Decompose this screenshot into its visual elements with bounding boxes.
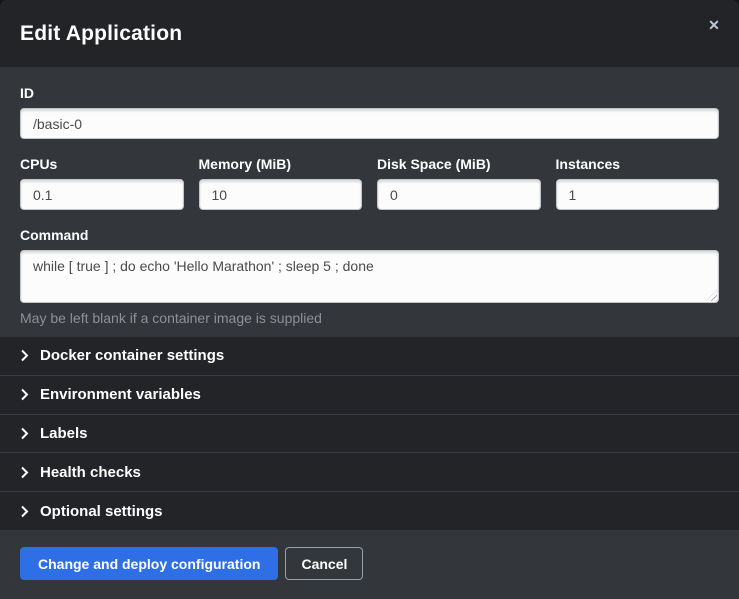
section-label: Labels	[40, 425, 88, 442]
command-label: Command	[20, 227, 719, 243]
close-button[interactable]: ✕	[702, 13, 726, 37]
cpus-label: CPUs	[20, 156, 184, 172]
command-textarea-wrap: while [ true ] ; do echo 'Hello Marathon…	[20, 250, 719, 303]
command-textarea[interactable]: while [ true ] ; do echo 'Hello Marathon…	[20, 250, 719, 303]
chevron-right-icon	[20, 505, 29, 518]
resources-row: CPUs Memory (MiB) Disk Space (MiB) Insta…	[20, 156, 719, 210]
section-optional-settings[interactable]: Optional settings	[0, 491, 739, 530]
close-icon: ✕	[708, 17, 720, 33]
change-and-deploy-button[interactable]: Change and deploy configuration	[20, 547, 278, 580]
edit-application-modal: Edit Application ✕ ID CPUs Memory (MiB) …	[0, 0, 739, 599]
id-field-group: ID	[20, 85, 719, 139]
section-label: Health checks	[40, 464, 141, 481]
memory-field-group: Memory (MiB)	[199, 156, 363, 210]
id-label: ID	[20, 85, 719, 101]
section-health-checks[interactable]: Health checks	[0, 452, 739, 491]
modal-header: Edit Application ✕	[0, 0, 739, 67]
section-labels[interactable]: Labels	[0, 414, 739, 453]
chevron-right-icon	[20, 388, 29, 401]
id-input[interactable]	[20, 108, 719, 139]
disk-space-field-group: Disk Space (MiB)	[377, 156, 541, 210]
section-label: Optional settings	[40, 503, 163, 520]
instances-label: Instances	[556, 156, 720, 172]
cancel-button[interactable]: Cancel	[285, 547, 363, 580]
instances-field-group: Instances	[556, 156, 720, 210]
section-label: Docker container settings	[40, 347, 224, 364]
memory-input[interactable]	[199, 179, 363, 210]
collapsible-sections: Docker container settings Environment va…	[0, 337, 739, 530]
disk-space-label: Disk Space (MiB)	[377, 156, 541, 172]
command-help-text: May be left blank if a container image i…	[20, 310, 719, 326]
command-field-group: Command while [ true ] ; do echo 'Hello …	[20, 227, 719, 326]
instances-input[interactable]	[556, 179, 720, 210]
chevron-right-icon	[20, 466, 29, 479]
cpus-input[interactable]	[20, 179, 184, 210]
modal-title: Edit Application	[20, 22, 182, 46]
chevron-right-icon	[20, 427, 29, 440]
modal-footer: Change and deploy configuration Cancel	[0, 530, 739, 599]
modal-body: ID CPUs Memory (MiB) Disk Space (MiB) In…	[0, 67, 739, 337]
section-label: Environment variables	[40, 386, 201, 403]
section-docker-container-settings[interactable]: Docker container settings	[0, 337, 739, 375]
memory-label: Memory (MiB)	[199, 156, 363, 172]
section-environment-variables[interactable]: Environment variables	[0, 375, 739, 414]
chevron-right-icon	[20, 349, 29, 362]
disk-space-input[interactable]	[377, 179, 541, 210]
cpus-field-group: CPUs	[20, 156, 184, 210]
